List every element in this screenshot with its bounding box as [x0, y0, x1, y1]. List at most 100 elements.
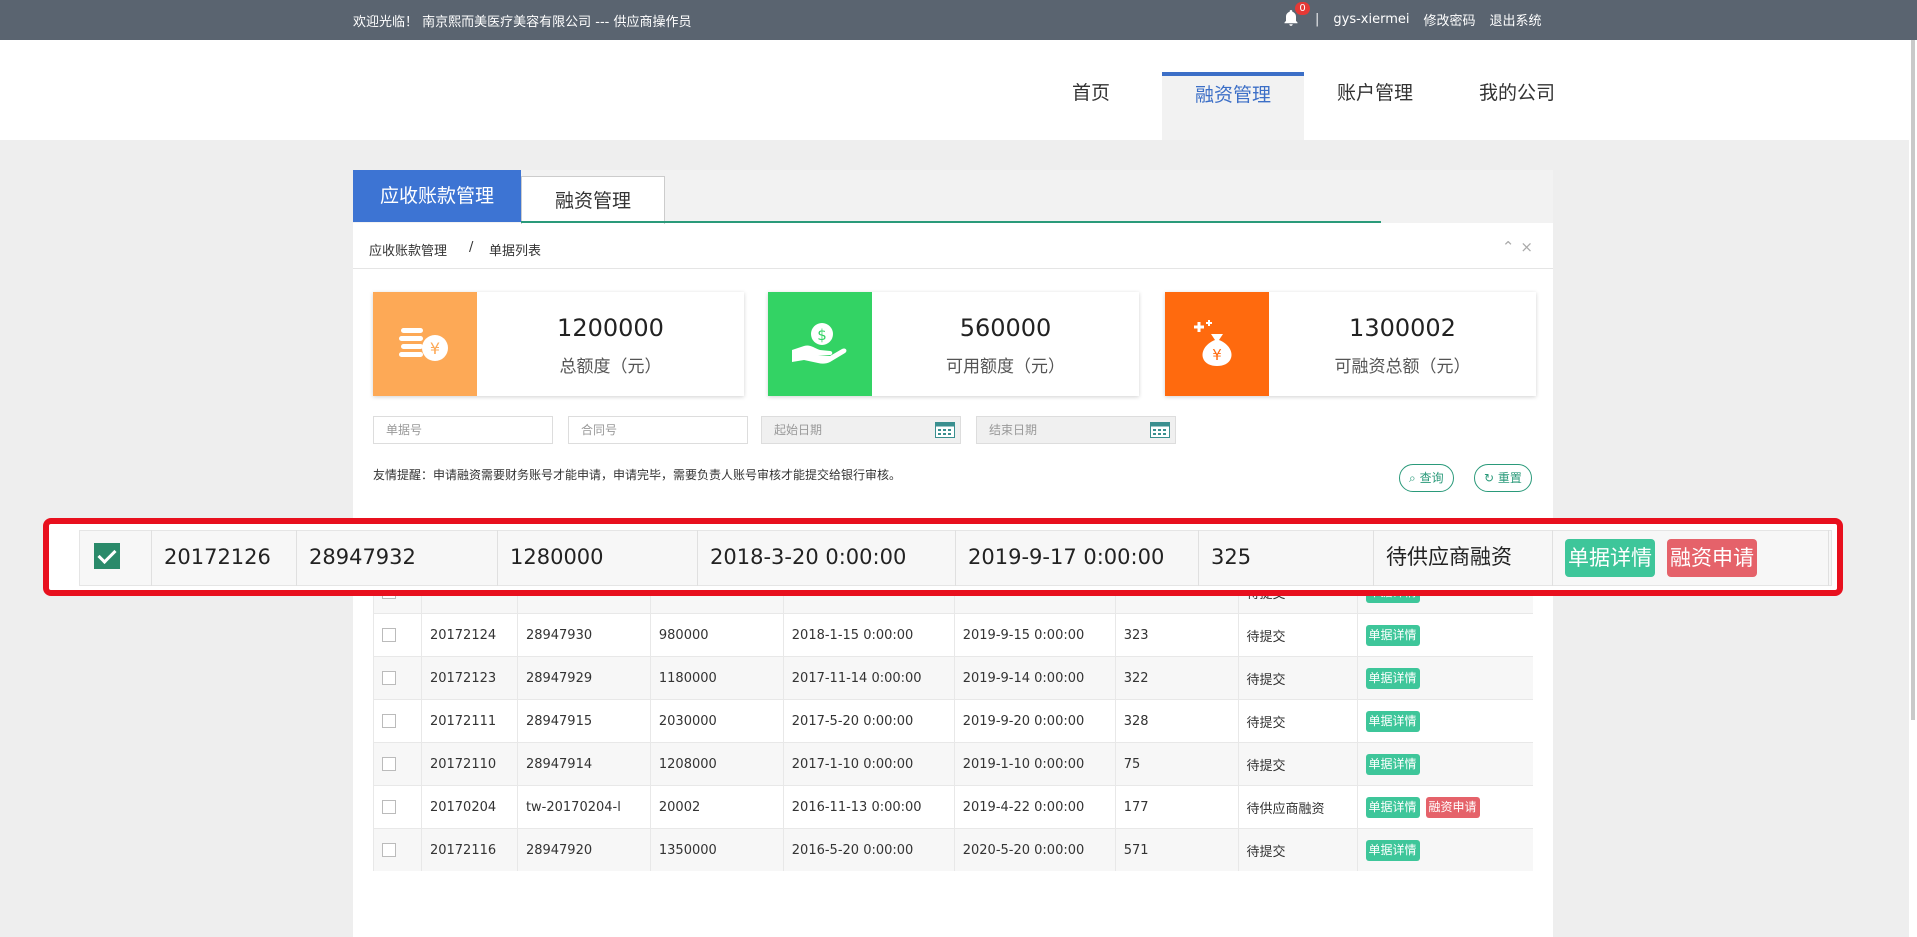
row-days-cell: 177	[1114, 785, 1239, 829]
nav-item-home[interactable]: 首页	[1020, 76, 1162, 140]
query-button-label: 查询	[1419, 471, 1444, 485]
row-doc-no-cell: 20172123	[420, 656, 518, 700]
row-actions-cell: 单据详情融资申请	[1356, 785, 1533, 829]
doc-detail-button[interactable]: 单据详情	[1365, 753, 1420, 775]
row-actions-cell: 单据详情	[1356, 699, 1533, 743]
nav-item-account[interactable]: 账户管理	[1304, 76, 1446, 140]
row-amount-cell: 980000	[649, 613, 784, 657]
change-password-link[interactable]: 修改密码	[1424, 10, 1476, 29]
calendar-icon[interactable]	[1150, 422, 1170, 438]
row-status-cell: 待提交	[1237, 742, 1357, 786]
top-bar-right: 0 | gys-xiermei 修改密码 退出系统	[1283, 2, 1542, 29]
row-end-date-cell: 2019-9-20 0:00:00	[953, 699, 1116, 743]
doc-detail-button[interactable]: 单据详情	[1365, 839, 1420, 861]
calendar-icon[interactable]	[935, 422, 955, 438]
row-checkbox-cell[interactable]	[373, 613, 422, 657]
row-start-date-cell: 2017-11-14 0:00:00	[782, 656, 955, 700]
row-checkbox-cell[interactable]	[373, 785, 422, 829]
stat-total-label: 总额度（元）	[559, 357, 662, 377]
row-contract-no-cell: 28947920	[516, 828, 651, 871]
row-actions-cell: 单据详情	[1356, 613, 1533, 657]
start-date-input[interactable]: 起始日期	[761, 416, 961, 444]
doc-detail-button[interactable]: 单据详情	[1365, 796, 1420, 818]
nav-item-financing[interactable]: 融资管理	[1162, 72, 1304, 140]
highlight-checkbox-cell[interactable]	[80, 530, 152, 586]
row-start-date-cell: 2017-1-10 0:00:00	[782, 742, 955, 786]
row-actions-cell: 单据详情	[1356, 656, 1533, 700]
page-scrollbar-thumb[interactable]	[1911, 40, 1915, 720]
row-contract-no-cell: 28947915	[516, 699, 651, 743]
row-actions-cell: 单据详情	[1356, 828, 1533, 871]
row-status-cell: 待提交	[1237, 699, 1357, 743]
highlight-status: 待供应商融资	[1374, 530, 1553, 586]
svg-text:¥: ¥	[1212, 346, 1222, 364]
row-days-cell: 571	[1114, 828, 1239, 871]
table-row: 20172124 28947930 980000 2018-1-15 0:00:00 2…	[373, 613, 1533, 657]
table-row: 20172110 28947914 1208000 2017-1-10 0:00:00…	[373, 742, 1533, 786]
row-checkbox[interactable]	[382, 628, 396, 642]
row-contract-no-cell: 28947914	[516, 742, 651, 786]
row-end-date-cell: 2019-9-15 0:00:00	[953, 613, 1116, 657]
row-status-cell: 待提交	[1237, 656, 1357, 700]
row-days-cell: 75	[1114, 742, 1239, 786]
row-checkbox[interactable]	[382, 671, 396, 685]
row-contract-no-cell: tw-20170204-l	[516, 785, 651, 829]
table-row: 20170204 tw-20170204-l 20002 2016-11-13 0:0…	[373, 785, 1533, 829]
tab-underline	[521, 221, 1381, 223]
doc-no-input[interactable]: 单据号	[373, 416, 553, 444]
row-end-date-cell: 2019-4-22 0:00:00	[953, 785, 1116, 829]
row-actions-cell: 单据详情	[1356, 742, 1533, 786]
doc-detail-button[interactable]: 单据详情	[1365, 710, 1420, 732]
row-checkbox[interactable]	[382, 714, 396, 728]
username-link[interactable]: gys-xiermei	[1333, 12, 1409, 27]
highlight-days: 325	[1199, 530, 1374, 586]
coins-yen-icon: ¥	[373, 292, 477, 396]
notification-bell-icon[interactable]: 0	[1283, 2, 1310, 29]
row-start-date-cell: 2016-5-20 0:00:00	[782, 828, 955, 871]
doc-detail-button[interactable]: 单据详情	[1365, 667, 1420, 689]
row-checkbox[interactable]	[382, 843, 396, 857]
row-contract-no-cell: 28947929	[516, 656, 651, 700]
highlighted-row: 20172126 28947932 1280000 2018-3-20 0:00…	[79, 530, 1832, 586]
row-checkbox-cell[interactable]	[373, 828, 422, 871]
breadcrumb-parent[interactable]: 应收账款管理	[369, 240, 447, 259]
tab-receivables[interactable]: 应收账款管理	[353, 170, 521, 222]
collapse-close-icons[interactable]: ⌃×	[1502, 238, 1539, 256]
highlight-detail-button[interactable]: 单据详情	[1565, 539, 1655, 577]
row-amount-cell: 1350000	[649, 828, 784, 871]
tab-financing[interactable]: 融资管理	[521, 176, 665, 224]
reminder-tip: 友情提醒：申请融资需要财务账号才能申请，申请完毕，需要负责人账号审核才能提交给银…	[373, 468, 902, 482]
highlight-apply-button[interactable]: 融资申请	[1667, 539, 1757, 577]
hand-money-icon: $	[768, 292, 872, 396]
row-checkbox-cell[interactable]	[373, 656, 422, 700]
row-checkbox-cell[interactable]	[373, 699, 422, 743]
notification-count-badge: 0	[1295, 2, 1310, 15]
finance-apply-button[interactable]: 融资申请	[1425, 796, 1480, 818]
stat-card-total: ¥ 1200000 总额度（元）	[373, 292, 744, 396]
stat-financeable-label: 可融资总额（元）	[1334, 357, 1471, 377]
reset-button[interactable]: ↻ 重置	[1474, 464, 1532, 492]
stat-financeable-value: 1300002	[1349, 314, 1456, 342]
content-tabs: 应收账款管理 融资管理	[353, 170, 1553, 224]
end-date-input[interactable]: 结束日期	[976, 416, 1176, 444]
svg-text:$: $	[817, 326, 827, 344]
stat-available-value: 560000	[959, 314, 1052, 342]
row-end-date-cell: 2019-9-14 0:00:00	[953, 656, 1116, 700]
logout-link[interactable]: 退出系统	[1490, 10, 1542, 29]
row-checkbox[interactable]	[382, 757, 396, 771]
nav-item-my-company[interactable]: 我的公司	[1446, 76, 1588, 140]
refresh-icon: ↻	[1484, 471, 1495, 485]
row-amount-cell: 20002	[649, 785, 784, 829]
breadcrumb-separator: /	[469, 240, 474, 255]
row-start-date-cell: 2016-11-13 0:00:00	[782, 785, 955, 829]
query-button[interactable]: ⌕ 查询	[1399, 464, 1454, 492]
money-bag-yen-icon: ¥	[1165, 292, 1269, 396]
doc-detail-button[interactable]: 单据详情	[1365, 624, 1420, 646]
row-checkbox[interactable]	[382, 800, 396, 814]
stat-available-label: 可用额度（元）	[946, 357, 1065, 377]
contract-no-input[interactable]: 合同号	[568, 416, 748, 444]
row-checkbox-cell[interactable]	[373, 742, 422, 786]
row-doc-no-cell: 20172111	[420, 699, 518, 743]
checkbox-checked-icon[interactable]	[94, 543, 120, 569]
row-contract-no-cell: 28947930	[516, 613, 651, 657]
